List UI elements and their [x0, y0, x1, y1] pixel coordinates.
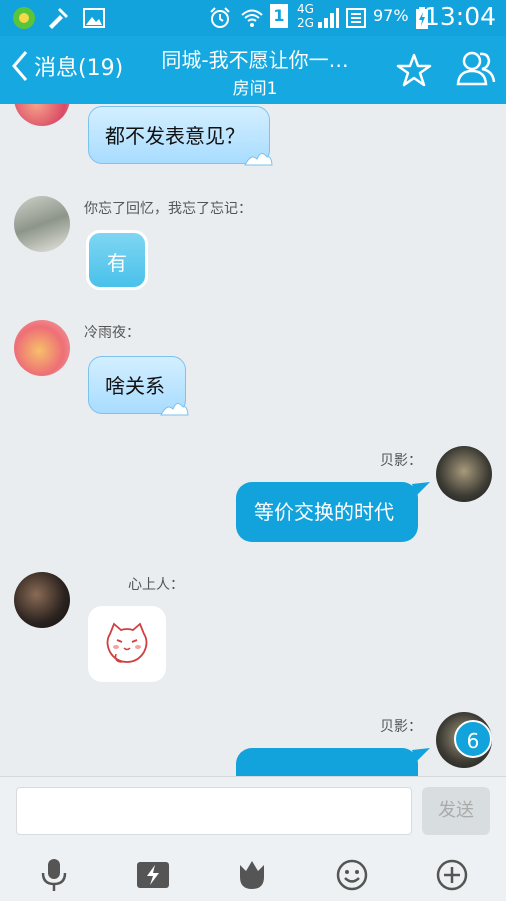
chat-title: 同城-我不愿让你一…: [161, 48, 349, 72]
more-button[interactable]: [432, 857, 472, 893]
data-usage-icon: [346, 8, 366, 28]
sender-name: 心上人：: [128, 577, 184, 593]
message-bubble[interactable]: 等价交换的时代: [236, 482, 418, 542]
message-text: 有: [107, 251, 127, 275]
flash-photo-button[interactable]: [133, 857, 173, 893]
message-text: 都不发表意见？: [105, 124, 245, 148]
chevron-left-icon: [12, 51, 28, 81]
avatar[interactable]: [436, 446, 492, 502]
cat-sticker-icon: [106, 622, 148, 663]
sticker-bubble[interactable]: [88, 606, 166, 682]
voice-button[interactable]: [34, 857, 74, 893]
emoji-button[interactable]: [332, 857, 372, 893]
lightning-icon: [137, 862, 169, 888]
chat-header: 消息(19) 同城-我不愿让你一… 房间1: [0, 36, 506, 104]
signal-icon: [318, 8, 339, 28]
unread-count-badge[interactable]: 6: [454, 720, 492, 758]
alarm-icon: [210, 7, 230, 28]
back-label: 消息(19): [34, 56, 124, 81]
battery-percent: 97%: [373, 6, 409, 25]
avatar[interactable]: [14, 104, 70, 126]
message-bubble[interactable]: 都不发表意见？: [88, 106, 273, 166]
sim-indicator: 1: [270, 4, 288, 28]
send-button[interactable]: 发送: [422, 787, 490, 835]
group-members-icon[interactable]: [456, 50, 496, 86]
network-2g-label: 2G: [297, 16, 314, 30]
wave-decoration: [244, 153, 273, 166]
tools-icon: [49, 8, 68, 29]
network-4g-label: 4G: [297, 2, 314, 16]
plus-icon: [436, 859, 468, 891]
avatar[interactable]: [14, 196, 70, 252]
image-icon: [83, 8, 105, 28]
app-notification-icon: [13, 7, 35, 29]
tulip-icon: [240, 861, 264, 889]
chat-subtitle: 房间1: [232, 79, 278, 99]
status-bar: 1 4G 2G 97% 13:04: [0, 0, 506, 36]
message-input[interactable]: [16, 787, 412, 835]
wave-decoration: [160, 403, 189, 416]
avatar[interactable]: [14, 572, 70, 628]
gift-button[interactable]: [232, 857, 272, 893]
message-bubble[interactable]: 有: [86, 230, 148, 290]
microphone-icon: [41, 859, 67, 891]
smiley-icon: [336, 859, 368, 891]
bubble-tail: [412, 748, 430, 762]
status-time: 13:04: [423, 2, 496, 31]
message-list[interactable]: 都不发表意见？ 你忘了回忆，我忘了忘记： 有 冷雨夜： 啥关系 贝影： 等价交换…: [0, 104, 506, 776]
message-text: 哪有白睡的女人: [254, 748, 394, 776]
message-text: 等价交换的时代: [254, 500, 394, 524]
back-button[interactable]: 消息(19): [10, 50, 123, 82]
wifi-icon: [241, 9, 263, 27]
sender-name: 贝影：: [380, 453, 422, 469]
bubble-tail: [412, 482, 430, 496]
sender-name: 贝影：: [380, 719, 422, 735]
message-text: 啥关系: [105, 374, 165, 398]
composer-bar: 发送: [0, 776, 506, 901]
avatar[interactable]: [14, 320, 70, 376]
message-bubble[interactable]: 哪有白睡的女人: [236, 748, 418, 776]
message-bubble[interactable]: 啥关系: [88, 356, 189, 416]
sender-name: 你忘了回忆，我忘了忘记：: [84, 201, 252, 217]
star-icon[interactable]: [396, 52, 432, 88]
sender-name: 冷雨夜：: [84, 325, 140, 341]
